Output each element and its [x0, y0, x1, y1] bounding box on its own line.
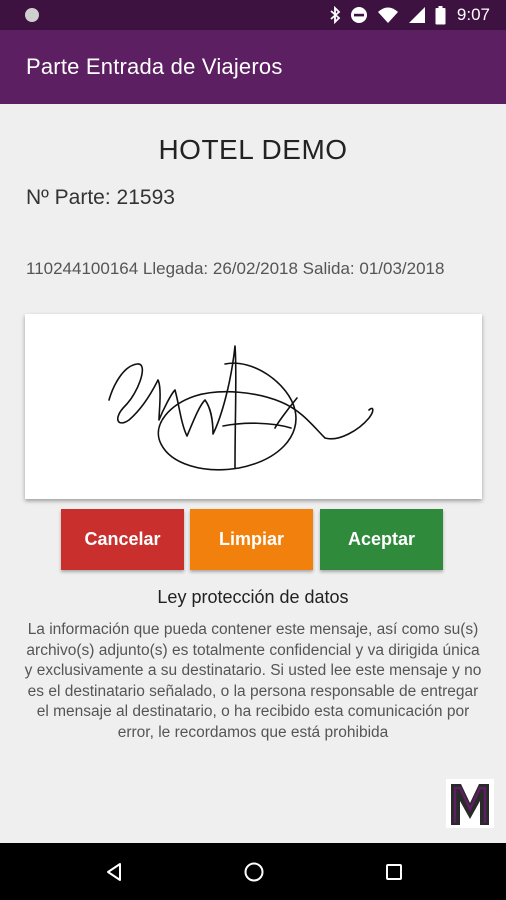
notification-dot-icon [25, 8, 39, 22]
privacy-title: Ley protección de datos [157, 587, 349, 607]
app-title: Parte Entrada de Viajeros [26, 54, 283, 79]
bluetooth-icon [330, 6, 341, 24]
clear-button[interactable]: Limpiar [190, 509, 313, 570]
battery-icon [435, 5, 446, 24]
navigation-bar [0, 843, 506, 900]
app-bar: Parte Entrada de Viajeros [0, 30, 506, 104]
signal-icon [408, 7, 425, 23]
recents-icon[interactable] [380, 858, 408, 886]
stay-info: 110244100164 Llegada: 26/02/2018 Salida:… [26, 259, 445, 278]
signature-pad[interactable] [25, 314, 482, 499]
wifi-icon [377, 7, 398, 23]
status-bar: 9:07 [0, 0, 506, 30]
cancel-button[interactable]: Cancelar [61, 509, 184, 570]
clock: 9:07 [456, 5, 490, 24]
signature-drawing [108, 345, 374, 471]
do-not-disturb-icon [350, 7, 367, 23]
m-logo-icon [446, 779, 494, 828]
accept-button[interactable]: Aceptar [320, 509, 443, 570]
home-icon[interactable] [240, 858, 268, 886]
privacy-text[interactable]: La información que pueda contener este m… [22, 620, 484, 753]
back-icon[interactable] [100, 858, 128, 886]
parte-number: Nº Parte: 21593 [26, 186, 175, 209]
status-icons: 9:07 [329, 4, 490, 26]
hotel-name: HOTEL DEMO [158, 134, 348, 165]
